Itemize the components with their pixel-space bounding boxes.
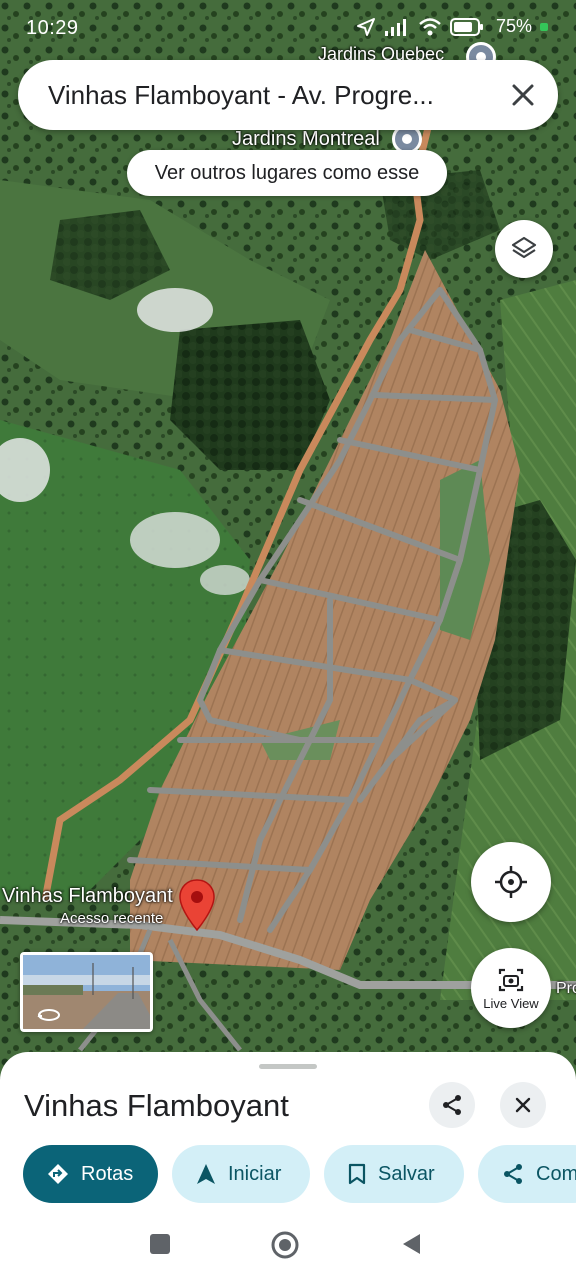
system-navigation-bar [0,1214,576,1280]
start-navigation-button[interactable]: Iniciar [172,1145,310,1203]
map-label-jardins-montreal[interactable]: Jardins Montreal [232,128,380,151]
place-title: Vinhas Flamboyant [24,1088,289,1123]
location-arrow-icon [356,17,375,36]
directions-icon [48,1164,68,1184]
crosshair-icon [495,866,527,898]
home-button[interactable] [270,1230,300,1265]
map-label-road: Progre [556,980,576,997]
map-label-vinhas-flamboyant[interactable]: Vinhas Flamboyant [2,885,173,908]
recents-button[interactable] [148,1232,172,1261]
place-actions: Rotas Iniciar Salvar Com [23,1145,576,1203]
search-bar[interactable]: Vinhas Flamboyant - Av. Progre... [18,60,558,130]
my-location-button[interactable] [471,842,551,922]
close-icon [515,1097,531,1113]
wifi-icon [419,17,441,35]
share-label: Com [536,1162,576,1185]
share-chip-button[interactable]: Com [478,1145,576,1203]
signal-icon [384,18,406,36]
live-view-label: Live View [483,995,539,1011]
close-icon[interactable] [508,80,538,110]
save-label: Salvar [378,1162,435,1185]
battery-level: 75% [495,16,532,36]
live-view-button[interactable]: Live View [471,948,551,1028]
layers-icon [511,236,537,259]
start-label: Iniciar [228,1162,282,1185]
street-view-thumbnail[interactable] [20,952,153,1032]
save-button[interactable]: Salvar [324,1145,464,1203]
directions-button[interactable]: Rotas [23,1145,158,1203]
see-similar-places-chip[interactable]: Ver outros lugares como esse [127,150,447,196]
drag-handle[interactable] [259,1064,317,1069]
status-icons: 75% [356,16,548,37]
charging-dot-icon [540,22,548,31]
battery-icon [449,17,483,36]
home-circle-icon [271,1231,299,1259]
share-icon [504,1164,522,1184]
back-button[interactable] [400,1232,424,1261]
map-label-recent-access: Acesso recente [60,910,164,927]
status-time: 10:29 [26,17,79,39]
directions-label: Rotas [81,1162,134,1185]
status-bar: 10:29 75% [0,0,576,56]
back-triangle-icon [403,1234,420,1254]
close-sheet-button[interactable] [500,1082,546,1128]
search-query[interactable]: Vinhas Flamboyant - Av. Progre... [48,80,488,111]
square-icon [150,1234,170,1254]
bookmark-icon [348,1163,366,1185]
share-icon [443,1095,461,1115]
share-button[interactable] [429,1082,475,1128]
camera-ar-icon [498,968,524,991]
navigation-arrow-icon [197,1164,215,1184]
360-rotate-icon [37,1009,60,1021]
layers-button[interactable] [495,220,553,278]
